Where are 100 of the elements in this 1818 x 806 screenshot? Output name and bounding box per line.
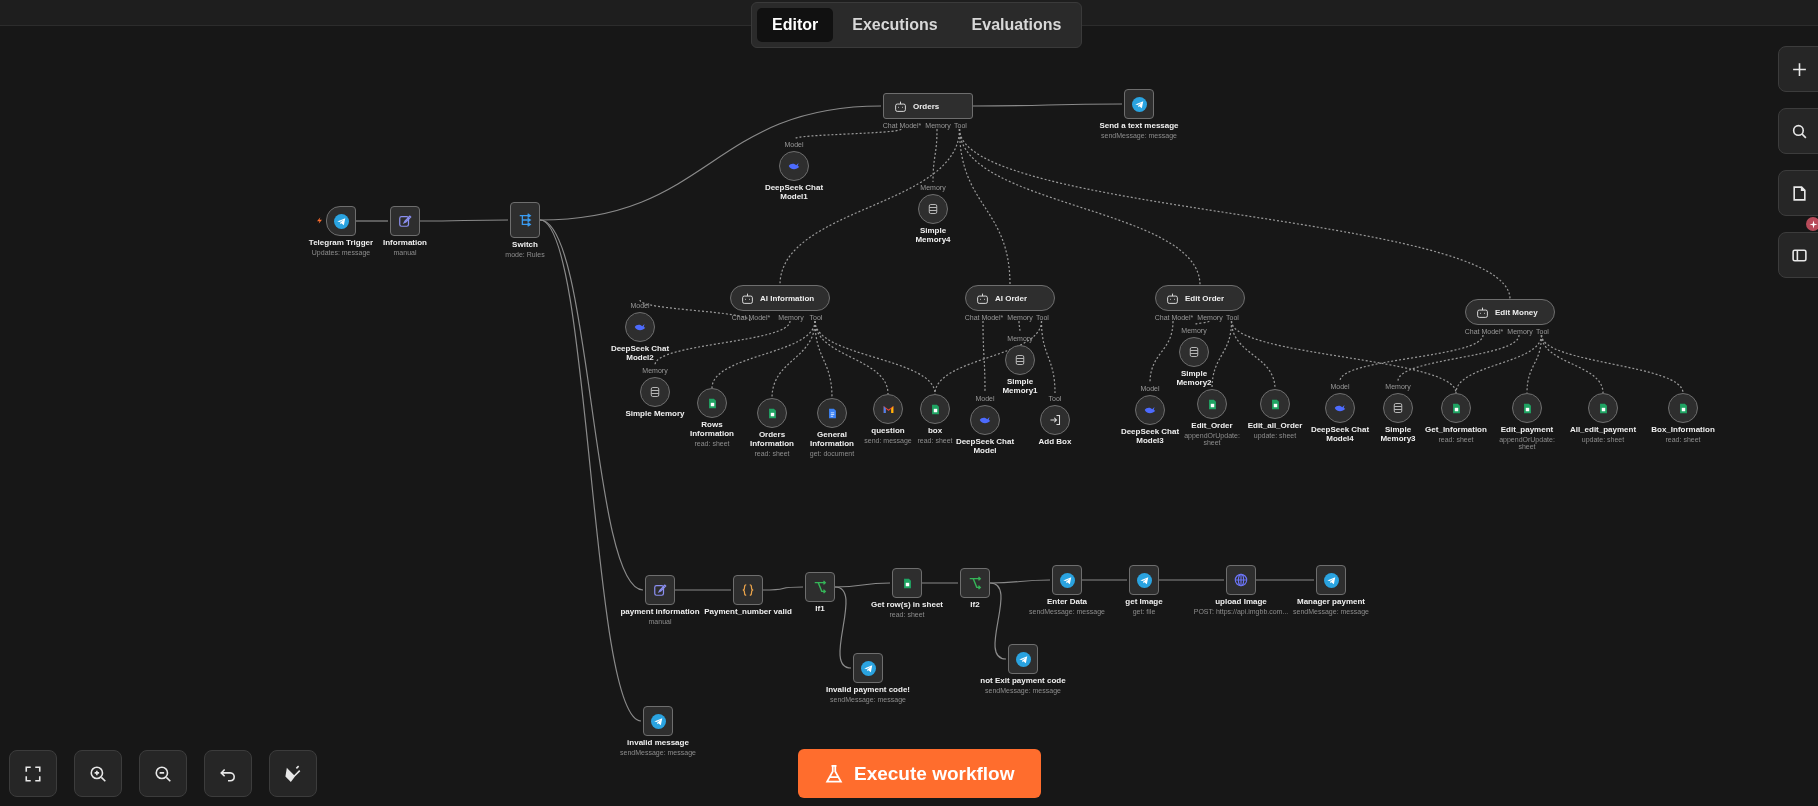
node-label: Add Box bbox=[1038, 438, 1072, 447]
node-label: box bbox=[927, 427, 943, 436]
node-title: AI Order bbox=[995, 293, 1027, 303]
spreadsheet-icon bbox=[929, 402, 941, 416]
sub-node[interactable] bbox=[1260, 389, 1290, 419]
node-label: Switch bbox=[512, 241, 538, 250]
node-label: Get row(s) in sheet bbox=[871, 601, 943, 610]
spreadsheet-icon bbox=[1269, 397, 1281, 411]
spreadsheet-icon bbox=[766, 406, 778, 420]
node-label: Simple Memory bbox=[625, 410, 685, 419]
sidebar-icon bbox=[1790, 246, 1808, 264]
sub-node[interactable] bbox=[779, 151, 809, 181]
node-label: Edit_Order bbox=[1191, 422, 1233, 431]
workflow-node[interactable] bbox=[510, 202, 540, 238]
robot-icon bbox=[894, 99, 907, 113]
clear-button[interactable] bbox=[269, 750, 317, 797]
zoom-in-icon bbox=[89, 764, 107, 783]
workflow-node[interactable] bbox=[733, 575, 763, 605]
sticky-note-button[interactable] bbox=[1778, 170, 1818, 216]
fullscreen-icon bbox=[24, 764, 42, 783]
database-icon bbox=[927, 203, 939, 215]
connection-line bbox=[762, 586, 804, 591]
branch-icon bbox=[968, 576, 982, 590]
node-label: Send a text message bbox=[1099, 122, 1179, 131]
plus-icon bbox=[1790, 60, 1808, 78]
spreadsheet-icon bbox=[1677, 401, 1689, 415]
node-label: DeepSeek Chat Model bbox=[955, 438, 1015, 456]
workflow-node[interactable] bbox=[805, 572, 835, 602]
node-label: DeepSeek Chat Model1 bbox=[764, 184, 824, 202]
node-label: General Information bbox=[809, 431, 855, 449]
connection-line bbox=[1158, 579, 1225, 581]
workflow-node[interactable] bbox=[1316, 565, 1346, 595]
node-label: Edit_all_Order bbox=[1247, 422, 1303, 431]
workflow-node[interactable] bbox=[645, 575, 675, 605]
workflow-node[interactable] bbox=[1129, 565, 1159, 595]
broom-icon bbox=[284, 764, 302, 783]
flask-icon bbox=[824, 763, 844, 784]
zoom-out-button[interactable] bbox=[139, 750, 187, 797]
panel-button[interactable] bbox=[1778, 232, 1818, 278]
workflow-node[interactable] bbox=[390, 206, 420, 236]
node-label: Simple Memory4 bbox=[914, 227, 952, 245]
sub-node[interactable] bbox=[1179, 337, 1209, 367]
connection-line bbox=[1255, 579, 1315, 581]
database-icon bbox=[649, 386, 661, 398]
node-title: AI Information bbox=[760, 293, 815, 303]
node-label: All_edit_payment bbox=[1569, 426, 1637, 435]
sub-node[interactable] bbox=[1005, 345, 1035, 375]
node-label: question bbox=[871, 427, 905, 436]
node-label: DeepSeek Chat Model4 bbox=[1310, 426, 1370, 444]
connection-line bbox=[1081, 579, 1128, 581]
node-label: Payment_number valid bbox=[704, 608, 792, 617]
workflow-node[interactable] bbox=[960, 568, 990, 598]
sub-node[interactable] bbox=[1512, 393, 1542, 423]
globe-icon bbox=[1234, 573, 1248, 587]
sub-node[interactable] bbox=[625, 312, 655, 342]
node-label: Invalid payment code! bbox=[826, 686, 910, 695]
view-tab[interactable]: Evaluations bbox=[956, 8, 1077, 42]
zoom-in-button[interactable] bbox=[74, 750, 122, 797]
workflow-node[interactable] bbox=[1226, 565, 1256, 595]
workflow-node[interactable] bbox=[1052, 565, 1082, 595]
undo-button[interactable] bbox=[204, 750, 252, 797]
sub-node[interactable] bbox=[1135, 395, 1165, 425]
node-label: If2 bbox=[970, 601, 980, 610]
node-title: Orders bbox=[913, 101, 940, 111]
node-label: get Image bbox=[1125, 598, 1163, 607]
sparkle-button[interactable] bbox=[1806, 217, 1818, 231]
workflow-node[interactable] bbox=[643, 706, 673, 736]
sub-node[interactable] bbox=[1197, 389, 1227, 419]
telegram-icon bbox=[860, 660, 876, 676]
sub-node[interactable] bbox=[873, 394, 903, 424]
sub-node[interactable] bbox=[817, 398, 847, 428]
workflow-node[interactable] bbox=[1124, 89, 1154, 119]
view-tab[interactable]: Editor bbox=[757, 8, 834, 42]
trigger-node[interactable] bbox=[326, 206, 356, 236]
search-button[interactable] bbox=[1778, 108, 1818, 154]
workflow-node[interactable] bbox=[853, 653, 883, 683]
sub-node[interactable] bbox=[1668, 393, 1698, 423]
fit-view-button[interactable] bbox=[9, 750, 57, 797]
sub-node[interactable] bbox=[1588, 393, 1618, 423]
sub-node[interactable] bbox=[970, 405, 1000, 435]
sub-node[interactable] bbox=[697, 388, 727, 418]
sub-node[interactable] bbox=[1441, 393, 1471, 423]
node-label: Orders Information bbox=[749, 431, 795, 449]
view-tab[interactable]: Executions bbox=[837, 8, 953, 42]
sub-node[interactable] bbox=[920, 394, 950, 424]
spreadsheet-icon bbox=[1206, 397, 1218, 411]
add-button[interactable] bbox=[1778, 46, 1818, 92]
sub-node[interactable] bbox=[640, 377, 670, 407]
sub-node[interactable] bbox=[918, 194, 948, 224]
robot-icon bbox=[741, 291, 754, 305]
sub-node[interactable] bbox=[1383, 393, 1413, 423]
sub-node[interactable] bbox=[757, 398, 787, 428]
sub-node[interactable] bbox=[1040, 405, 1070, 435]
sub-node[interactable] bbox=[1325, 393, 1355, 423]
database-icon bbox=[1392, 402, 1404, 414]
workflow-node[interactable] bbox=[1008, 644, 1038, 674]
workflow-node[interactable] bbox=[892, 568, 922, 598]
node-label: Simple Memory2 bbox=[1175, 370, 1213, 388]
telegram-icon bbox=[1136, 572, 1152, 588]
connection-line bbox=[1149, 320, 1174, 384]
